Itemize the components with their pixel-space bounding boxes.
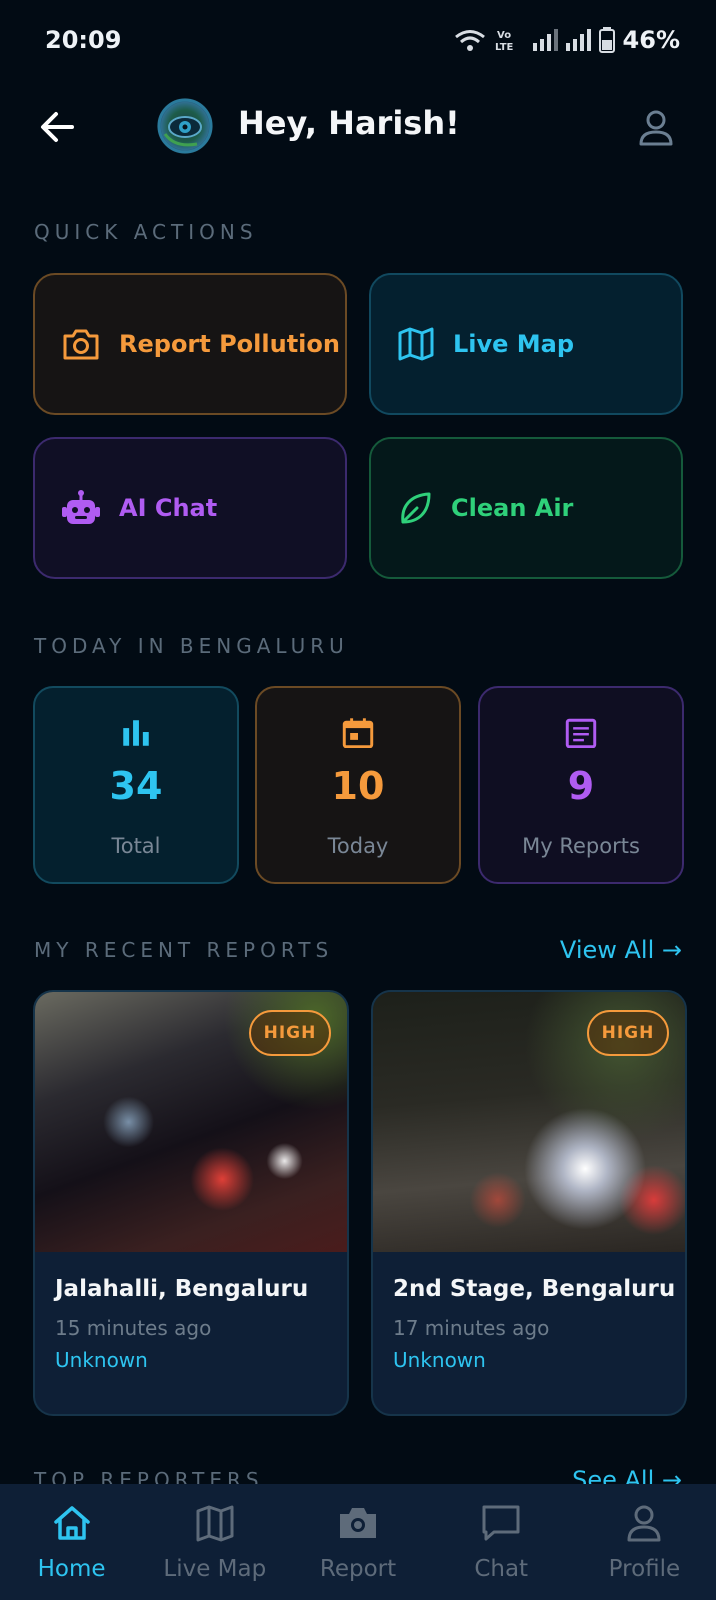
bottom-nav: Home Live Map Report Chat Profile [0, 1484, 716, 1600]
severity-badge: HIGH [249, 1010, 331, 1056]
robot-icon [62, 490, 100, 524]
stat-card-my-reports[interactable]: 9 My Reports [478, 686, 684, 884]
report-status: Unknown [55, 1348, 148, 1372]
recent-reports-label: MY RECENT REPORTS [34, 938, 334, 962]
camera-icon [63, 329, 99, 360]
live-map-button[interactable]: Live Map [369, 273, 683, 415]
stat-value-total: 34 [109, 764, 163, 808]
ai-chat-button[interactable]: AI Chat [33, 437, 347, 579]
quick-actions-label: QUICK ACTIONS [34, 220, 258, 244]
map-icon [196, 1505, 234, 1542]
calendar-icon [342, 718, 374, 748]
status-indicators: Vo LTE 46% [453, 26, 680, 54]
status-bar: 20:09 Vo LTE 46% [0, 0, 716, 84]
battery-icon [598, 27, 615, 53]
nav-home-label: Home [37, 1556, 106, 1582]
status-time: 20:09 [45, 26, 122, 54]
profile-icon[interactable] [636, 108, 676, 148]
signal-icon [565, 29, 591, 51]
nav-chat-label: Chat [474, 1556, 529, 1582]
nav-profile[interactable]: Profile [573, 1484, 716, 1600]
nav-chat[interactable]: Chat [430, 1484, 573, 1600]
user-icon [627, 1505, 661, 1542]
home-icon [53, 1506, 90, 1540]
nav-report[interactable]: Report [286, 1484, 429, 1600]
stat-value-today: 10 [331, 764, 385, 808]
report-card[interactable]: HIGH 2nd Stage, Bengaluru 17 minutes ago… [371, 990, 687, 1416]
bar-chart-icon [123, 720, 149, 746]
nav-report-label: Report [319, 1556, 397, 1582]
document-icon [565, 718, 597, 748]
back-arrow-icon[interactable] [36, 106, 78, 148]
report-location: 2nd Stage, Bengaluru [393, 1276, 676, 1302]
nav-profile-label: Profile [608, 1556, 681, 1582]
app-header: Hey, Harish! [0, 96, 716, 160]
report-location: Jalahalli, Bengaluru [55, 1276, 309, 1302]
clean-air-button[interactable]: Clean Air [369, 437, 683, 579]
stat-card-today[interactable]: 10 Today [255, 686, 461, 884]
stat-caption-total: Total [111, 834, 161, 858]
stat-caption-my-reports: My Reports [522, 834, 640, 858]
svg-text:Vo: Vo [497, 30, 511, 41]
map-icon [398, 327, 434, 361]
app-logo [157, 98, 213, 154]
clean-air-label: Clean Air [451, 494, 574, 522]
volte-icon: Vo LTE [495, 30, 514, 52]
greeting-title: Hey, Harish! [238, 104, 460, 142]
nav-live-map-label: Live Map [163, 1556, 267, 1582]
live-map-label: Live Map [453, 330, 575, 358]
stat-caption-today: Today [327, 834, 389, 858]
severity-badge: HIGH [587, 1010, 669, 1056]
leaf-icon [401, 492, 431, 524]
svg-text:LTE: LTE [495, 42, 514, 52]
stat-card-total[interactable]: 34 Total [33, 686, 239, 884]
today-section-label: TODAY IN BENGALURU [34, 634, 349, 658]
wifi-icon [454, 30, 485, 51]
camera-icon [340, 1508, 376, 1538]
chat-icon [482, 1505, 520, 1541]
report-time: 17 minutes ago [393, 1316, 550, 1340]
report-pollution-label: Report Pollution [119, 330, 340, 358]
nav-live-map[interactable]: Live Map [143, 1484, 286, 1600]
nav-home[interactable]: Home [0, 1484, 143, 1600]
report-card[interactable]: HIGH Jalahalli, Bengaluru 15 minutes ago… [33, 990, 349, 1416]
view-all-link[interactable]: View All → [560, 936, 682, 964]
stat-value-my-reports: 9 [567, 764, 595, 808]
signal-icon [532, 29, 558, 51]
report-pollution-button[interactable]: Report Pollution [33, 273, 347, 415]
battery-percent: 46% [622, 26, 680, 54]
report-time: 15 minutes ago [55, 1316, 212, 1340]
report-status: Unknown [393, 1348, 486, 1372]
ai-chat-label: AI Chat [119, 494, 218, 522]
